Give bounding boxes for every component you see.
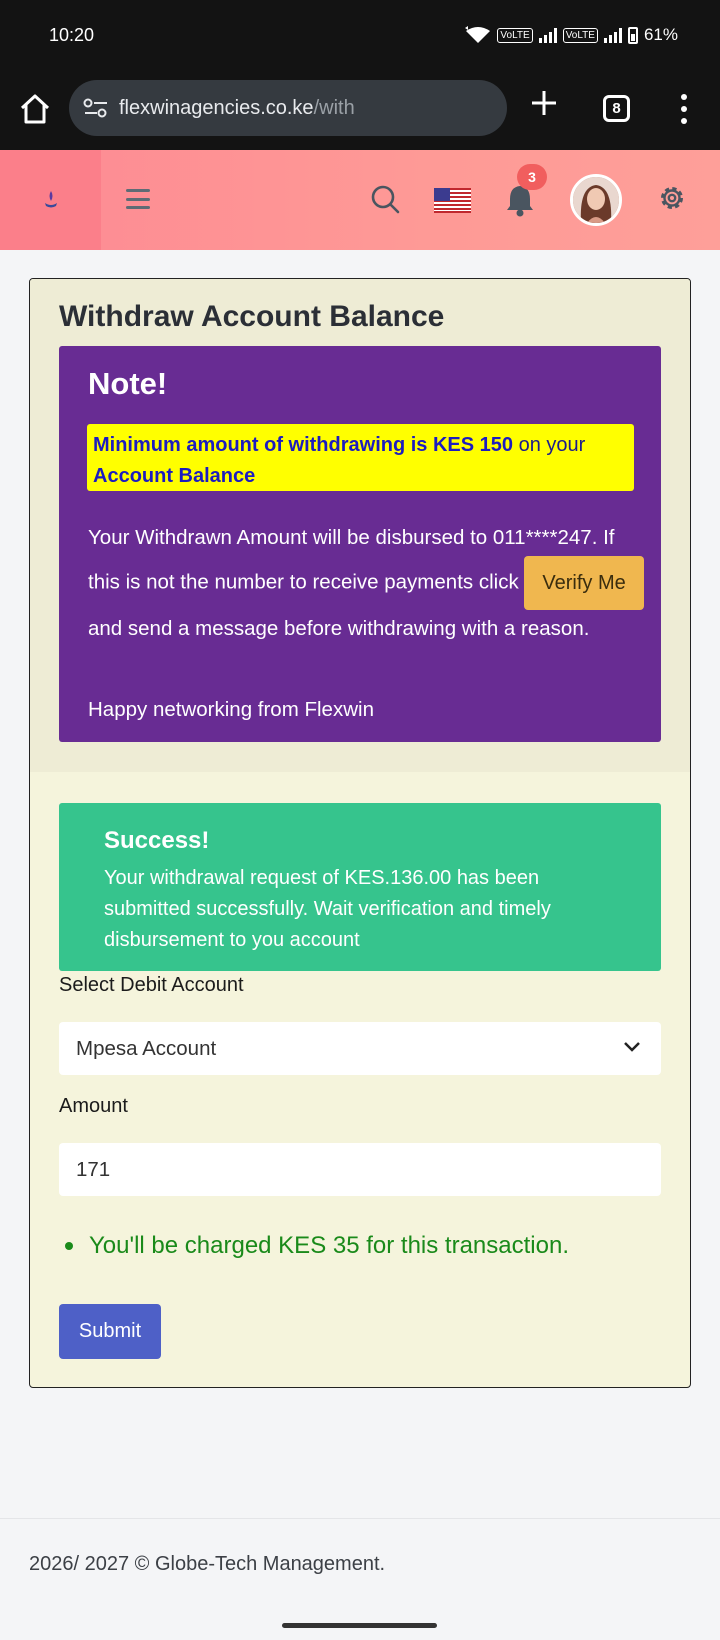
note-body: Your Withdrawn Amount will be disbursed …: [88, 522, 648, 644]
signal-icon-2: [603, 27, 622, 43]
success-message: Your withdrawal request of KES.136.00 ha…: [104, 867, 551, 951]
signal-icon: [538, 27, 557, 43]
volte-badge-2: VoLTE: [562, 27, 598, 43]
url-host: flexwinagencies.co.ke: [119, 96, 314, 119]
amount-label: Amount: [59, 1095, 128, 1117]
gesture-handle[interactable]: [282, 1623, 437, 1628]
debit-account-label: Select Debit Account: [59, 974, 244, 996]
debit-account-select[interactable]: Mpesa Account: [59, 1022, 661, 1075]
home-icon[interactable]: [18, 92, 52, 126]
avatar-image: [573, 177, 619, 223]
tab-switcher-button[interactable]: 8: [603, 95, 630, 122]
note-title: Note!: [88, 366, 168, 401]
menu-icon[interactable]: [126, 189, 150, 209]
success-title: Success!: [104, 827, 210, 854]
chevron-down-icon: [624, 1042, 640, 1052]
highlight-bold-2: Account Balance: [93, 465, 256, 487]
charge-notice-text: You'll be charged KES 35 for this transa…: [89, 1232, 569, 1259]
withdraw-card: Withdraw Account Balance Note! Minimum a…: [29, 278, 691, 1388]
address-bar[interactable]: flexwinagencies.co.ke/with: [69, 80, 507, 136]
card-header-section: Withdraw Account Balance Note! Minimum a…: [30, 279, 690, 772]
highlight-plain: on your: [513, 434, 586, 456]
site-footer: 2026/ 2027 © Globe-Tech Management.: [0, 1518, 720, 1640]
battery-percent: 61%: [643, 25, 678, 44]
site-settings-icon[interactable]: [83, 97, 109, 119]
copyright-text: 2026/ 2027 © Globe-Tech Management.: [29, 1553, 386, 1575]
more-options-icon[interactable]: [680, 94, 688, 124]
wifi-icon: [465, 26, 491, 43]
note-box: Note! Minimum amount of withdrawing is K…: [59, 346, 661, 742]
debit-account-value: Mpesa Account: [76, 1036, 217, 1060]
charge-notice: You'll be charged KES 35 for this transa…: [59, 1232, 569, 1260]
note-body-text-2: and send a message before withdrawing wi…: [88, 617, 590, 640]
amount-value: 171: [76, 1157, 111, 1181]
highlight-bold-1: Minimum amount of withdrawing is KES 150: [93, 434, 514, 456]
site-header: 3: [0, 150, 720, 250]
battery-icon: [627, 26, 638, 44]
browser-toolbar: flexwinagencies.co.ke/with 8: [0, 68, 720, 150]
success-alert: Success! Your withdrawal request of KES.…: [59, 803, 661, 971]
page-title: Withdraw Account Balance: [59, 300, 445, 333]
notification-badge: 3: [517, 164, 547, 190]
submit-button[interactable]: Submit: [59, 1304, 161, 1359]
url-path: /with: [313, 96, 355, 119]
minimum-amount-notice: Minimum amount of withdrawing is KES 150…: [87, 424, 634, 491]
avatar[interactable]: [570, 174, 622, 226]
gear-icon[interactable]: [657, 183, 687, 213]
status-bar: 10:20 VoLTE VoLTE 61%: [0, 0, 720, 68]
bullet-icon: [65, 1242, 73, 1250]
search-icon[interactable]: [369, 183, 401, 215]
new-tab-icon[interactable]: [528, 88, 560, 120]
note-footer: Happy networking from Flexwin: [88, 698, 374, 721]
status-indicators: VoLTE VoLTE 61%: [465, 25, 678, 45]
amount-input[interactable]: 171: [59, 1143, 661, 1196]
logo[interactable]: [0, 150, 101, 250]
url-text: flexwinagencies.co.ke/with: [119, 97, 355, 120]
us-flag-icon[interactable]: [434, 188, 471, 213]
verify-me-button[interactable]: Verify Me: [524, 556, 644, 610]
logo-icon: [44, 191, 57, 208]
status-time: 10:20: [49, 25, 95, 45]
volte-badge: VoLTE: [497, 27, 533, 43]
